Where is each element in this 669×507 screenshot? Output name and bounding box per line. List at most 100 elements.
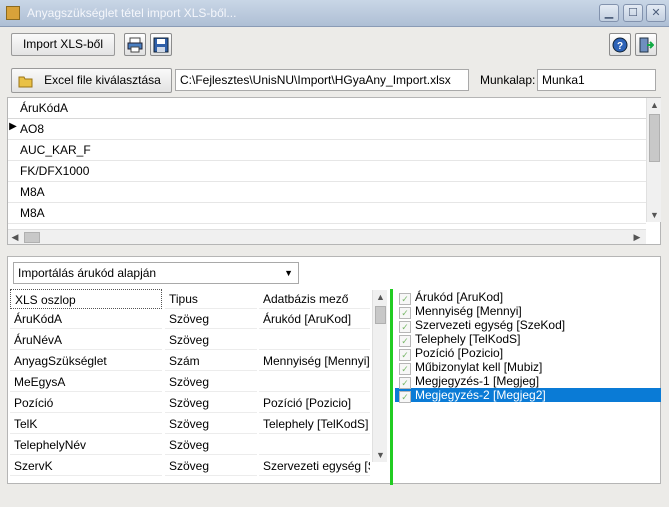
field-list-item[interactable]: ✓ Megjegyzés-2 [Megjeg2] <box>395 388 661 403</box>
sheet-input[interactable]: Munka1 <box>537 69 656 91</box>
scroll-up-icon[interactable]: ▲ <box>373 292 388 302</box>
grid-header[interactable]: ÁruKódA <box>8 98 646 119</box>
app-icon <box>6 6 20 20</box>
db-field-cell[interactable] <box>259 330 370 350</box>
mapping-row[interactable]: ÁruKódA Szöveg Árukód [AruKod] <box>10 309 370 329</box>
scroll-up-icon[interactable]: ▲ <box>647 100 662 110</box>
grid-row[interactable]: AO8 <box>8 119 646 140</box>
col-db-field[interactable]: Adatbázis mező <box>259 289 370 309</box>
mapping-header: XLS oszlop Tipus Adatbázis mező <box>10 289 370 309</box>
field-list-label: Megjegyzés-1 [Megjeg] <box>415 374 540 388</box>
mapping-row[interactable]: Pozíció Szöveg Pozíció [Pozicio] <box>10 393 370 413</box>
file-path-field[interactable]: C:\Fejlesztes\UnisNU\Import\HGyaAny_Impo… <box>175 69 469 91</box>
minimize-button[interactable]: ▁ <box>599 4 619 22</box>
db-field-cell[interactable] <box>259 435 370 455</box>
xls-column-cell[interactable]: Pozíció <box>10 393 162 413</box>
type-cell[interactable]: Szöveg <box>165 393 257 413</box>
col-xls-column[interactable]: XLS oszlop <box>10 289 162 309</box>
vertical-scrollbar[interactable]: ▲ ▼ <box>646 98 661 222</box>
type-cell[interactable]: Szöveg <box>165 414 257 434</box>
close-button[interactable]: ✕ <box>646 4 666 22</box>
mapping-row[interactable]: AnyagSzükséglet Szám Mennyiség [Mennyi] <box>10 351 370 371</box>
scroll-left-icon[interactable]: ◀ <box>10 232 20 243</box>
print-icon[interactable] <box>124 33 146 56</box>
type-cell[interactable]: Szám <box>165 351 257 371</box>
xls-column-cell[interactable]: ÁruKódA <box>10 309 162 329</box>
xls-column-cell[interactable]: MeEgysA <box>10 372 162 392</box>
type-cell[interactable]: Szöveg <box>165 435 257 455</box>
xls-column-cell[interactable]: SzervK <box>10 456 162 476</box>
grid-rows: AO8 AUC_KAR_F FK/DFX1000 M8A M8A <box>8 119 646 224</box>
field-list-label: Telephely [TelKodS] <box>415 332 521 346</box>
import-xls-button[interactable]: Import XLS-ből <box>11 33 115 56</box>
db-field-cell[interactable]: Pozíció [Pozicio] <box>259 393 370 413</box>
folder-open-icon <box>18 73 34 96</box>
field-list-item[interactable]: ✓ Árukód [AruKod] <box>395 290 661 305</box>
db-field-cell[interactable]: Telephely [TelKodS] <box>259 414 370 434</box>
grid-row[interactable]: FK/DFX1000 <box>8 161 646 182</box>
col-type[interactable]: Tipus <box>165 289 257 309</box>
grid-row[interactable]: AUC_KAR_F <box>8 140 646 161</box>
field-list-item[interactable]: ✓ Megjegyzés-1 [Megjeg] <box>395 374 661 389</box>
mapping-row[interactable]: SzervKSzövegSzervezeti egység [SzeKod] <box>10 456 370 476</box>
field-list-label: Mennyiség [Mennyi] <box>415 304 522 318</box>
current-row-indicator: ▶ <box>9 121 17 132</box>
scroll-thumb[interactable] <box>375 306 386 324</box>
type-cell[interactable]: Szöveg <box>165 372 257 392</box>
exit-icon[interactable] <box>635 33 657 56</box>
grid-row[interactable]: M8A <box>8 203 646 224</box>
mapping-row[interactable]: MeEgysA Szöveg <box>10 372 370 392</box>
svg-text:?: ? <box>617 41 623 52</box>
field-list-item[interactable]: ✓ Szervezeti egység [SzeKod] <box>395 318 661 333</box>
import-mode-value: Importálás árukód alapján <box>18 266 157 280</box>
grid-row[interactable]: M8A <box>8 182 646 203</box>
mapping-row[interactable]: TelephelyNév Szöveg <box>10 435 370 455</box>
xls-column-cell[interactable]: TelK <box>10 414 162 434</box>
xls-column-cell[interactable]: AnyagSzükséglet <box>10 351 162 371</box>
db-field-checklist: ✓ Árukód [AruKod] ✓ Mennyiség [Mennyi] ✓ Szer… <box>395 290 661 460</box>
splitter[interactable] <box>390 289 393 485</box>
xls-column-cell[interactable]: ÁruNévA <box>10 330 162 350</box>
import-mode-select[interactable]: Importálás árukód alapján ▼ <box>13 262 299 284</box>
field-list-label: Megjegyzés-2 [Megjeg2] <box>415 388 546 402</box>
help-icon[interactable]: ? <box>609 33 631 56</box>
horizontal-scrollbar[interactable]: ◀ ▶ <box>8 229 646 244</box>
type-cell[interactable]: Szöveg <box>165 330 257 350</box>
h-scroll-thumb[interactable] <box>24 232 40 243</box>
type-cell[interactable]: Szöveg <box>165 456 257 476</box>
field-list-item[interactable]: ✓ Mennyiség [Mennyi] <box>395 304 661 319</box>
scroll-right-icon[interactable]: ▶ <box>632 232 642 243</box>
grid-body: ÁruKódA AO8 AUC_KAR_F FK/DFX1000 M8A M8A <box>8 98 646 224</box>
db-field-cell[interactable]: Szervezeti egység [SzeKod] <box>259 456 370 476</box>
field-list-label: Árukód [AruKod] <box>415 290 504 304</box>
select-excel-file-button[interactable]: Excel file kiválasztása <box>11 68 172 93</box>
db-field-cell[interactable]: Mennyiség [Mennyi] <box>259 351 370 371</box>
mapping-vertical-scrollbar[interactable]: ▲ ▼ <box>372 290 387 462</box>
field-list-item[interactable]: ✓ Pozíció [Pozicio] <box>395 346 661 361</box>
field-list-label: Pozíció [Pozicio] <box>415 346 504 360</box>
db-field-cell[interactable] <box>259 372 370 392</box>
scroll-down-icon[interactable]: ▼ <box>647 210 662 220</box>
field-list-label: Műbizonylat kell [Mubiz] <box>415 360 543 374</box>
xls-preview-grid: ÁruKódA AO8 AUC_KAR_F FK/DFX1000 M8A M8A ▶ ▲… <box>7 97 661 245</box>
mapping-row[interactable]: ÁruNévA Szöveg <box>10 330 370 350</box>
xls-column-cell[interactable]: TelephelyNév <box>10 435 162 455</box>
field-list-label: Szervezeti egység [SzeKod] <box>415 318 566 332</box>
save-icon[interactable] <box>150 33 172 56</box>
scroll-down-icon[interactable]: ▼ <box>373 450 388 460</box>
select-excel-file-label: Excel file kiválasztása <box>44 73 161 87</box>
window-title: Anyagszükséglet tétel import XLS-ből... <box>27 6 237 20</box>
chevron-down-icon[interactable]: ▼ <box>284 263 293 283</box>
db-field-cell[interactable]: Árukód [AruKod] <box>259 309 370 329</box>
type-cell[interactable]: Szöveg <box>165 309 257 329</box>
title-bar: Anyagszükséglet tétel import XLS-ből... … <box>0 0 669 27</box>
sheet-label: Munkalap: <box>480 73 536 87</box>
mapping-row[interactable]: TelK Szöveg Telephely [TelKodS] <box>10 414 370 434</box>
maximize-button[interactable]: ☐ <box>623 4 643 22</box>
scroll-thumb[interactable] <box>649 114 660 162</box>
field-list-item[interactable]: ✓ Műbizonylat kell [Mubiz] <box>395 360 661 375</box>
field-list-item[interactable]: ✓ Telephely [TelKodS] <box>395 332 661 347</box>
mapping-table: XLS oszlop Tipus Adatbázis mező ÁruKódA S… <box>10 289 370 485</box>
import-mapping-panel: Importálás árukód alapján ▼ XLS oszlop T… <box>7 256 661 485</box>
checkbox-checked-icon[interactable]: ✓ <box>399 391 411 403</box>
